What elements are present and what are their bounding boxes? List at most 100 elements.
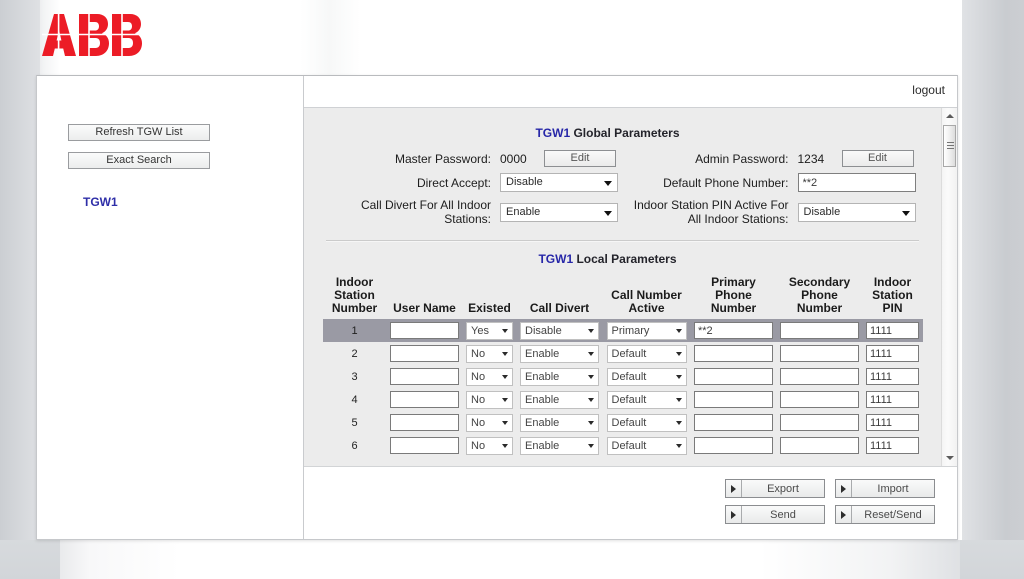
cell-existed: No bbox=[463, 365, 517, 388]
user-name-input[interactable] bbox=[390, 437, 459, 454]
secondary-phone-input[interactable] bbox=[780, 345, 859, 362]
indoor-pin-input[interactable] bbox=[866, 437, 919, 454]
secondary-phone-input[interactable] bbox=[780, 391, 859, 408]
table-row: 1 Yes Disable Primary bbox=[322, 319, 923, 342]
call-divert-select[interactable]: Enable bbox=[520, 344, 599, 363]
call-number-active-select[interactable]: Primary bbox=[606, 321, 687, 340]
content-column: logout TGW1 Global Parameters Master Pas… bbox=[304, 76, 957, 539]
call-divert-select[interactable]: Enable bbox=[520, 413, 599, 432]
cell-station-number: 1 bbox=[322, 319, 387, 342]
call-divert-select[interactable]: Enable bbox=[520, 367, 599, 386]
cell-call-divert: Enable bbox=[517, 434, 603, 457]
scrollbar-grip-icon bbox=[947, 142, 954, 149]
call-divert-select-wrap: Enable bbox=[520, 367, 599, 386]
indoor-pin-active-select-wrap: Disable bbox=[797, 202, 916, 222]
scroll-down-arrow-icon[interactable] bbox=[942, 451, 957, 465]
logout-link[interactable]: logout bbox=[912, 83, 945, 97]
user-name-input[interactable] bbox=[390, 345, 459, 362]
existed-select[interactable]: Yes bbox=[466, 321, 513, 340]
primary-phone-input[interactable] bbox=[694, 391, 773, 408]
cell-call-number-active: Primary bbox=[602, 319, 691, 342]
cell-existed: No bbox=[463, 342, 517, 365]
cell-call-number-active: Default bbox=[603, 388, 691, 411]
secondary-phone-input[interactable] bbox=[780, 437, 859, 454]
call-number-active-select[interactable]: Default bbox=[606, 436, 687, 455]
user-name-input[interactable] bbox=[390, 414, 459, 431]
global-title-device: TGW1 bbox=[535, 126, 571, 140]
indoor-pin-input[interactable] bbox=[866, 391, 919, 408]
default-phone-number-input[interactable] bbox=[797, 173, 916, 192]
call-number-active-select[interactable]: Default bbox=[606, 344, 687, 363]
send-button[interactable]: Send bbox=[725, 505, 825, 524]
indoor-pin-active-select[interactable]: Disable bbox=[797, 202, 916, 222]
primary-phone-input[interactable] bbox=[694, 368, 773, 385]
call-number-active-select-wrap: Default bbox=[606, 367, 687, 386]
indoor-pin-active-label: Indoor Station PIN Active For All Indoor… bbox=[633, 198, 789, 226]
call-number-active-select-wrap: Primary bbox=[606, 321, 687, 340]
existed-select[interactable]: No bbox=[466, 413, 513, 432]
existed-select[interactable]: No bbox=[466, 344, 513, 363]
arrow-right-icon bbox=[836, 480, 852, 497]
call-number-active-select[interactable]: Default bbox=[606, 390, 687, 409]
existed-select-wrap: No bbox=[466, 367, 513, 386]
primary-phone-input[interactable] bbox=[694, 345, 773, 362]
backdrop-bottom-white bbox=[60, 540, 960, 579]
cell-indoor-pin bbox=[862, 319, 923, 342]
master-password-edit-button[interactable]: Edit bbox=[544, 150, 616, 167]
indoor-pin-input[interactable] bbox=[866, 414, 919, 431]
local-parameters-table: Indoor Station Number User Name Existed … bbox=[322, 275, 923, 457]
cell-station-number: 3 bbox=[351, 370, 358, 383]
refresh-tgw-list-button[interactable]: Refresh TGW List bbox=[68, 124, 210, 141]
cell-existed: No bbox=[463, 434, 517, 457]
direct-accept-value-group: Disable bbox=[500, 173, 626, 192]
scrollbar-thumb[interactable] bbox=[943, 125, 956, 167]
call-number-active-select[interactable]: Default bbox=[606, 367, 687, 386]
existed-select[interactable]: No bbox=[466, 390, 513, 409]
call-divert-select-wrap: Enable bbox=[520, 344, 599, 363]
indoor-pin-input[interactable] bbox=[866, 345, 919, 362]
cell-station-number: 5 bbox=[351, 416, 358, 429]
secondary-phone-input[interactable] bbox=[780, 414, 859, 431]
scroll-up-arrow-icon[interactable] bbox=[942, 109, 957, 123]
cell-indoor-pin bbox=[863, 365, 923, 388]
global-title-rest: Global Parameters bbox=[570, 126, 680, 140]
cell-station-number: 2 bbox=[351, 347, 358, 360]
table-row: 5 No Enable Default bbox=[323, 411, 923, 434]
call-divert-select[interactable]: Enable bbox=[520, 390, 599, 409]
direct-accept-select[interactable]: Disable bbox=[500, 173, 618, 192]
call-divert-select[interactable]: Disable bbox=[520, 321, 599, 340]
existed-select[interactable]: No bbox=[466, 367, 513, 386]
user-name-input[interactable] bbox=[390, 391, 459, 408]
sidebar-item-tgw1[interactable]: TGW1 bbox=[83, 195, 118, 209]
import-button[interactable]: Import bbox=[835, 479, 935, 498]
cell-station-number: 4 bbox=[351, 393, 358, 406]
reset-send-button-label: Reset/Send bbox=[864, 508, 922, 521]
secondary-phone-input[interactable] bbox=[780, 368, 859, 385]
primary-phone-input[interactable] bbox=[694, 322, 773, 339]
call-divert-select[interactable]: Enable bbox=[520, 436, 599, 455]
default-phone-number-value-group bbox=[797, 173, 924, 192]
primary-phone-input[interactable] bbox=[694, 414, 773, 431]
table-row: 2 No Enable Default bbox=[323, 342, 923, 365]
primary-phone-input[interactable] bbox=[694, 437, 773, 454]
reset-send-button[interactable]: Reset/Send bbox=[835, 505, 935, 524]
global-parameters-title: TGW1 Global Parameters bbox=[304, 126, 941, 140]
export-button[interactable]: Export bbox=[725, 479, 825, 498]
existed-select[interactable]: No bbox=[466, 436, 513, 455]
call-number-active-select-wrap: Default bbox=[606, 390, 687, 409]
vertical-scrollbar[interactable] bbox=[941, 108, 957, 466]
indoor-pin-input[interactable] bbox=[866, 322, 919, 339]
call-divert-select-wrap: Enable bbox=[520, 390, 599, 409]
user-name-input[interactable] bbox=[390, 322, 459, 339]
indoor-pin-input[interactable] bbox=[866, 368, 919, 385]
exact-search-button[interactable]: Exact Search bbox=[68, 152, 210, 169]
call-divert-select-wrap: Disable bbox=[520, 321, 599, 340]
secondary-phone-input[interactable] bbox=[780, 322, 859, 339]
call-number-active-select[interactable]: Default bbox=[606, 413, 687, 432]
user-name-input[interactable] bbox=[390, 368, 459, 385]
export-button-label: Export bbox=[767, 482, 799, 495]
admin-password-edit-button[interactable]: Edit bbox=[841, 150, 914, 167]
cell-call-number-active: Default bbox=[603, 434, 691, 457]
call-divert-all-select[interactable]: Enable bbox=[500, 202, 618, 222]
column-header-indoor-station-number: Indoor Station Number bbox=[331, 275, 378, 315]
